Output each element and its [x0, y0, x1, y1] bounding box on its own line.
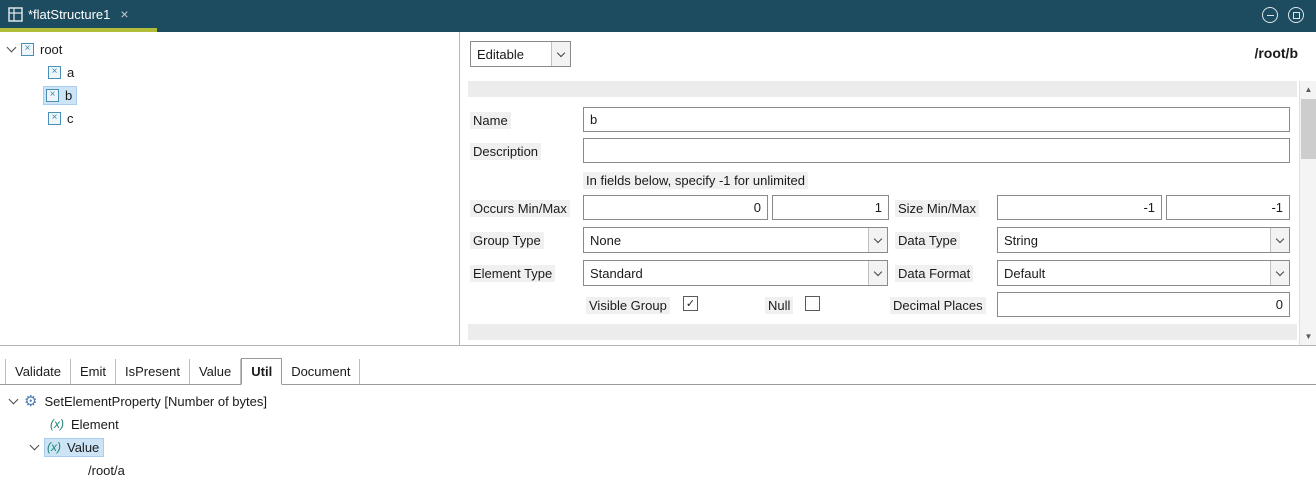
util-node-element[interactable]: (x) Element: [50, 413, 119, 435]
minimize-icon: [1267, 15, 1274, 16]
name-input[interactable]: [583, 107, 1290, 132]
fx-icon: (x): [50, 417, 64, 431]
dropdown-button[interactable]: [868, 261, 887, 285]
util-value-path-label: /root/a: [88, 463, 125, 478]
decimal-places-label: Decimal Places: [890, 297, 986, 314]
null-label: Null: [765, 297, 793, 314]
tree-selection: (x) Value: [45, 439, 103, 456]
description-label: Description: [470, 143, 541, 160]
separator-bar: [468, 324, 1297, 340]
mode-dropdown-value: Editable: [471, 42, 551, 66]
tree-node-root-label: root: [40, 42, 62, 57]
property-tab-bar: Validate Emit IsPresent Value Util Docum…: [0, 359, 1316, 385]
title-bar: *flatStructure1 ×: [0, 0, 1316, 32]
chevron-down-icon: [874, 234, 882, 242]
group-type-value: None: [584, 228, 868, 252]
tab-ispresent[interactable]: IsPresent: [116, 359, 190, 384]
null-checkbox[interactable]: [805, 296, 820, 311]
occurs-min-input[interactable]: [583, 195, 768, 220]
tree-node-a-label: a: [67, 65, 74, 80]
chevron-down-icon[interactable]: [30, 440, 40, 450]
element-type-dropdown[interactable]: Standard: [583, 260, 888, 286]
data-format-dropdown[interactable]: Default: [997, 260, 1290, 286]
mode-dropdown[interactable]: Editable: [470, 41, 571, 67]
util-node-value[interactable]: (x) Value: [31, 436, 103, 458]
chevron-down-icon[interactable]: [7, 42, 17, 52]
util-node-value-path[interactable]: /root/a: [88, 459, 125, 481]
unlimited-note: In fields below, specify -1 for unlimite…: [583, 172, 808, 189]
group-type-label: Group Type: [470, 232, 544, 249]
size-max-input[interactable]: [1166, 195, 1290, 220]
util-node-function[interactable]: ⚙ SetElementProperty [Number of bytes]: [10, 390, 267, 412]
chevron-down-icon[interactable]: [9, 394, 19, 404]
structure-tree-pane: × root × a × b × c: [0, 32, 460, 345]
occurs-minmax-label: Occurs Min/Max: [470, 200, 570, 217]
element-type-value: Standard: [584, 261, 868, 285]
chevron-down-icon: [1276, 267, 1284, 275]
tree-node-c[interactable]: × c: [48, 108, 74, 128]
tree-node-root[interactable]: × root: [8, 39, 62, 59]
scroll-down-icon[interactable]: ▼: [1300, 328, 1316, 345]
tab-document[interactable]: Document: [282, 359, 360, 384]
size-min-input[interactable]: [997, 195, 1162, 220]
name-label: Name: [470, 112, 511, 129]
app-icon: [8, 7, 24, 23]
tab-emit[interactable]: Emit: [71, 359, 116, 384]
data-format-label: Data Format: [895, 265, 973, 282]
dropdown-button[interactable]: [868, 228, 887, 252]
util-function-label: SetElementProperty [Number of bytes]: [44, 394, 267, 409]
tab-value[interactable]: Value: [190, 359, 241, 384]
document-tab[interactable]: *flatStructure1 ×: [28, 0, 129, 28]
tab-close-icon[interactable]: ×: [120, 7, 128, 21]
group-type-dropdown[interactable]: None: [583, 227, 888, 253]
tab-validate[interactable]: Validate: [5, 359, 71, 384]
app-window: *flatStructure1 × × root × a × b × c: [0, 0, 1316, 483]
tree-node-b[interactable]: × b: [44, 85, 76, 105]
chevron-down-icon: [1276, 234, 1284, 242]
document-tab-label: *flatStructure1: [28, 7, 110, 22]
occurs-max-input[interactable]: [772, 195, 889, 220]
chevron-down-icon: [557, 48, 565, 56]
description-input[interactable]: [583, 138, 1290, 163]
dropdown-button[interactable]: [1270, 261, 1289, 285]
tree-node-c-label: c: [67, 111, 74, 126]
element-editor-pane: Editable /root/b Name Description In fie…: [461, 32, 1316, 345]
element-type-label: Element Type: [470, 265, 555, 282]
restore-icon: [1293, 12, 1300, 19]
element-icon: ×: [48, 112, 61, 125]
data-format-value: Default: [998, 261, 1270, 285]
util-value-label: Value: [67, 440, 99, 455]
visible-group-checkbox[interactable]: ✓: [683, 296, 698, 311]
function-gear-icon: ⚙: [24, 394, 37, 409]
vertical-scrollbar[interactable]: ▲ ▼: [1299, 81, 1316, 345]
element-icon: ×: [46, 89, 59, 102]
fx-icon: (x): [47, 440, 61, 454]
minimize-button[interactable]: [1262, 7, 1278, 23]
element-icon: ×: [48, 66, 61, 79]
scrollbar-thumb[interactable]: [1301, 99, 1316, 159]
tree-node-a[interactable]: × a: [48, 62, 74, 82]
separator-bar: [468, 81, 1297, 97]
properties-panel: Validate Emit IsPresent Value Util Docum…: [0, 346, 1316, 483]
tab-util[interactable]: Util: [241, 358, 282, 385]
scroll-up-icon[interactable]: ▲: [1300, 81, 1316, 98]
restore-button[interactable]: [1288, 7, 1304, 23]
data-type-label: Data Type: [895, 232, 960, 249]
dropdown-button[interactable]: [551, 42, 570, 66]
element-icon: ×: [21, 43, 34, 56]
chevron-down-icon: [874, 267, 882, 275]
size-minmax-label: Size Min/Max: [895, 200, 979, 217]
util-element-label: Element: [71, 417, 119, 432]
tree-node-b-label: b: [65, 88, 72, 103]
element-path: /root/b: [1254, 45, 1298, 61]
tree-selection: × b: [44, 87, 76, 104]
data-type-dropdown[interactable]: String: [997, 227, 1290, 253]
data-type-value: String: [998, 228, 1270, 252]
visible-group-label: Visible Group: [586, 297, 670, 314]
decimal-places-input[interactable]: [997, 292, 1290, 317]
dropdown-button[interactable]: [1270, 228, 1289, 252]
